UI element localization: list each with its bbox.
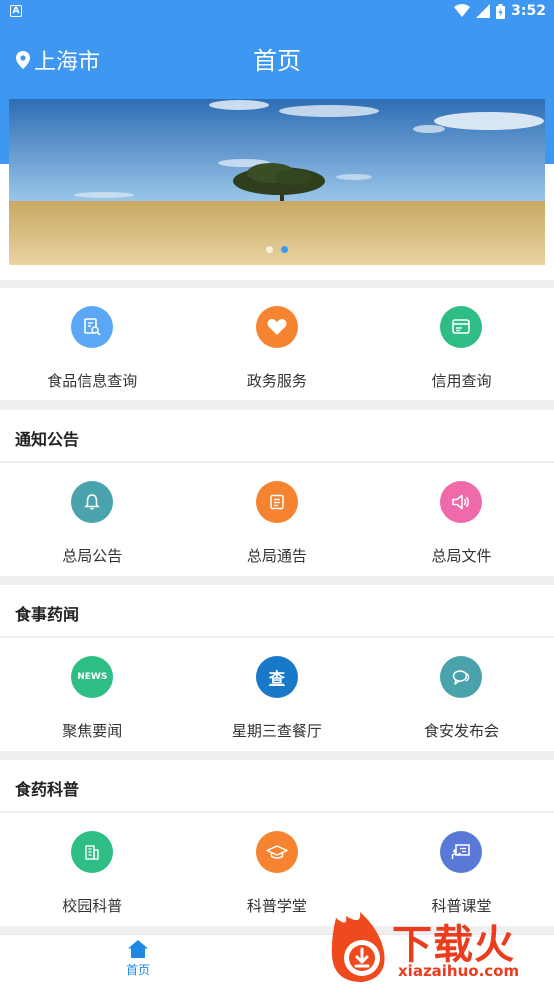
watermark-logo: 下载火 xiazaihuo.com [326,906,554,984]
section-notices: 通知公告 总局公告 总局通告 总局文件 [0,410,554,576]
item-label: 总局公告 [62,547,123,565]
carousel-dot-active [281,246,288,253]
item-bureau-documents[interactable]: 总局文件 [369,481,554,566]
credit-card-icon [440,306,483,348]
tab-home[interactable]: 首页 [118,939,158,978]
carousel-dot [266,246,273,253]
status-bar: A 3:52 [0,0,554,24]
item-bureau-notice[interactable]: 总局通告 [185,481,370,566]
carousel-indicator [9,238,545,257]
section-title: 食药科普 [15,780,80,799]
classroom-icon [440,831,483,873]
section-title: 食事药闻 [15,605,80,624]
news-icon: NEWS [71,656,114,698]
item-label: 科普学堂 [246,897,307,915]
watermark-url: xiazaihuo.com [398,962,520,980]
news-icon-text: NEWS [77,672,108,682]
document-search-icon [71,306,114,348]
section-divider [0,811,554,813]
item-label: 总局文件 [431,547,492,565]
quick-services-row: 食品信息查询 政务服务 信用查询 [0,306,554,391]
section-items-row: 总局公告 总局通告 总局文件 [0,481,554,566]
inspect-icon-text: 查 [268,669,285,688]
section-divider [0,461,554,463]
notification-icon: A [10,5,22,17]
item-label: 星期三查餐厅 [231,722,322,740]
section-science: 食药科普 校园科普 科普学堂 科普课堂 [0,760,554,926]
service-label: 信用查询 [431,372,492,390]
quick-services-card: 食品信息查询 政务服务 信用查询 [0,288,554,400]
battery-icon [496,3,506,19]
section-food-drug-news: 食事药闻 NEWS 聚焦要闻 查 星期三查餐厅 食安发布会 [0,585,554,751]
service-label: 政务服务 [246,372,307,390]
item-wednesday-restaurant-check[interactable]: 查 星期三查餐厅 [185,656,370,741]
item-label: 食安发布会 [423,722,499,740]
home-icon [128,940,148,958]
item-science-classroom[interactable]: 科普课堂 [369,831,554,916]
wifi-icon [454,4,471,17]
service-government[interactable]: 政务服务 [185,306,370,391]
section-items-row: 校园科普 科普学堂 科普课堂 [0,831,554,916]
service-label: 食品信息查询 [47,372,138,390]
item-food-safety-press[interactable]: 食安发布会 [369,656,554,741]
item-focus-news[interactable]: NEWS 聚焦要闻 [0,656,185,741]
item-label: 聚焦要闻 [62,722,123,740]
chat-icon [440,656,483,698]
flame-logo-icon [331,912,385,982]
notice-icon [255,481,298,523]
tab-home-label: 首页 [125,963,150,977]
item-label: 校园科普 [62,897,123,915]
section-title: 通知公告 [15,430,80,449]
page-title: 首页 [253,47,301,75]
service-food-info-query[interactable]: 食品信息查询 [0,306,185,391]
building-icon [71,831,114,873]
heart-icon [255,306,298,348]
speaker-icon [440,481,483,523]
item-campus-science[interactable]: 校园科普 [0,831,185,916]
status-time: 3:52 [511,3,546,19]
section-divider [0,636,554,638]
section-items-row: NEWS 聚焦要闻 查 星期三查餐厅 食安发布会 [0,656,554,741]
inspect-icon: 查 [255,656,298,698]
banner-carousel[interactable] [9,99,545,265]
service-credit-query[interactable]: 信用查询 [369,306,554,391]
graduation-cap-icon [255,831,298,873]
cell-signal-icon [476,4,491,18]
item-label: 总局通告 [246,547,307,565]
item-bureau-announcement[interactable]: 总局公告 [0,481,185,566]
item-science-school[interactable]: 科普学堂 [185,831,370,916]
bell-icon [71,481,114,523]
